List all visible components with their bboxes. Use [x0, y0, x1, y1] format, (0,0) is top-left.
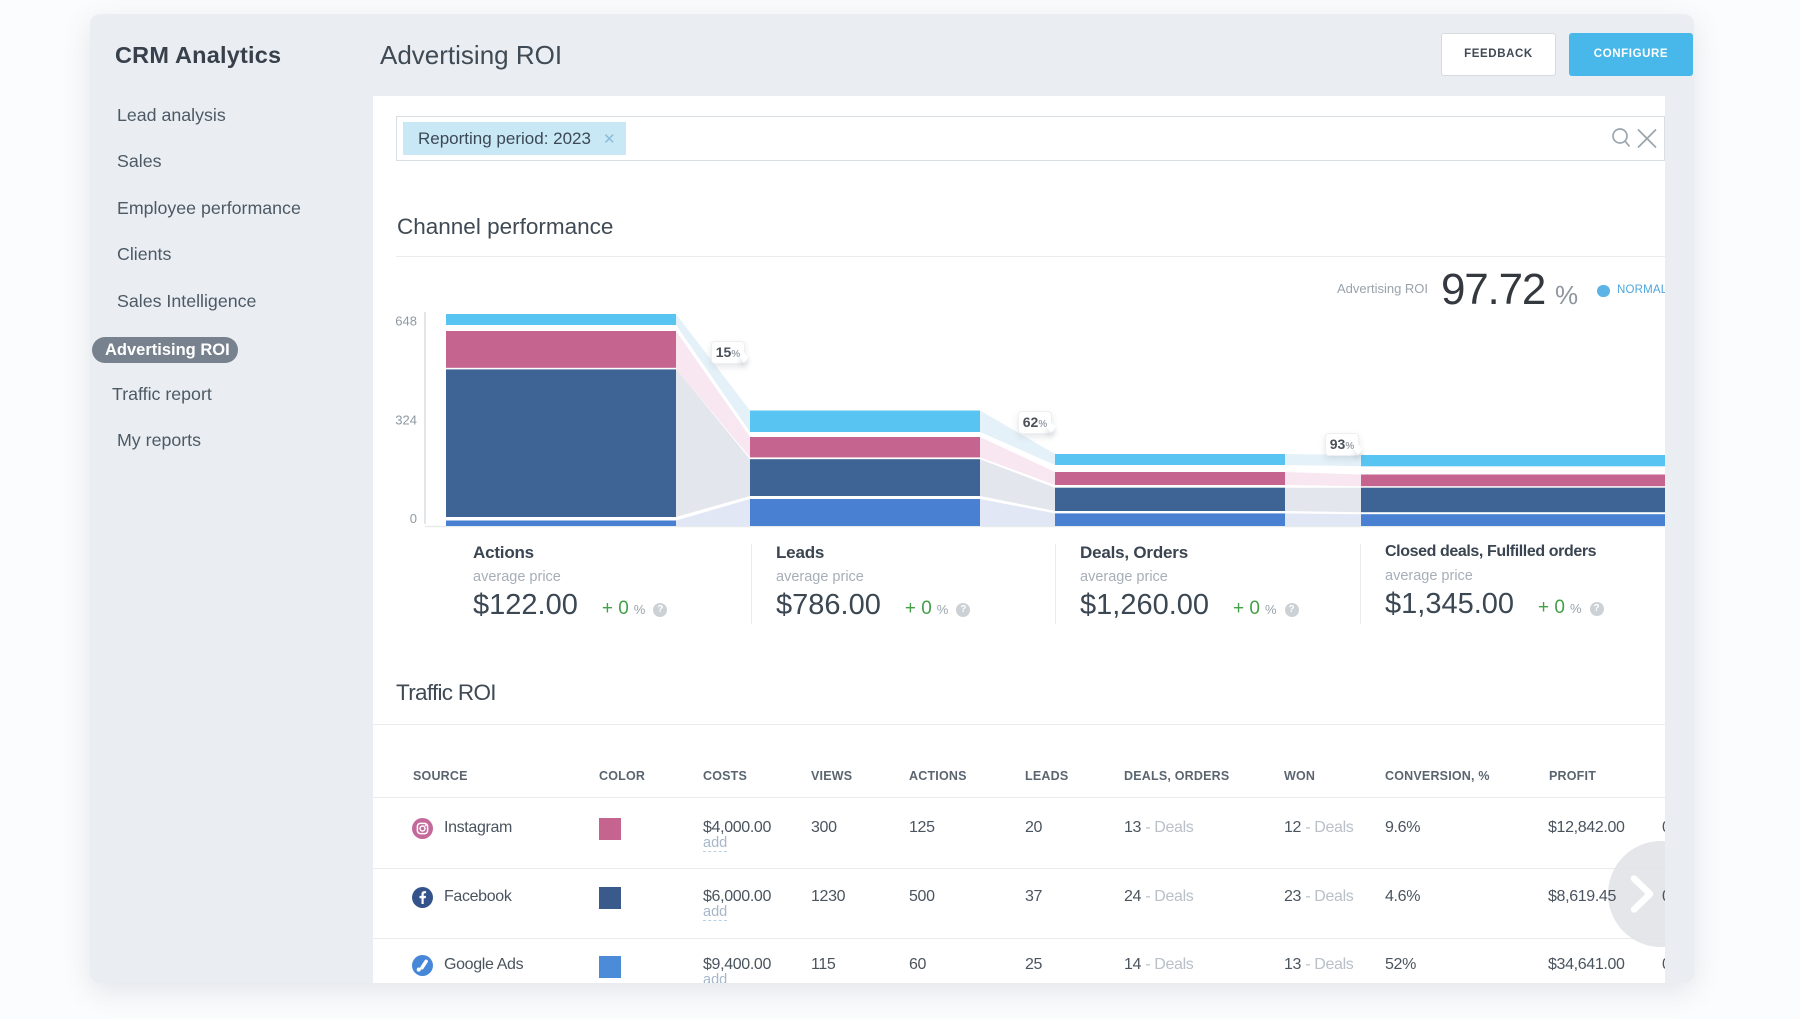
svg-text:324: 324 — [395, 413, 417, 428]
svg-text:648: 648 — [395, 314, 417, 329]
svg-text:0: 0 — [410, 511, 417, 526]
